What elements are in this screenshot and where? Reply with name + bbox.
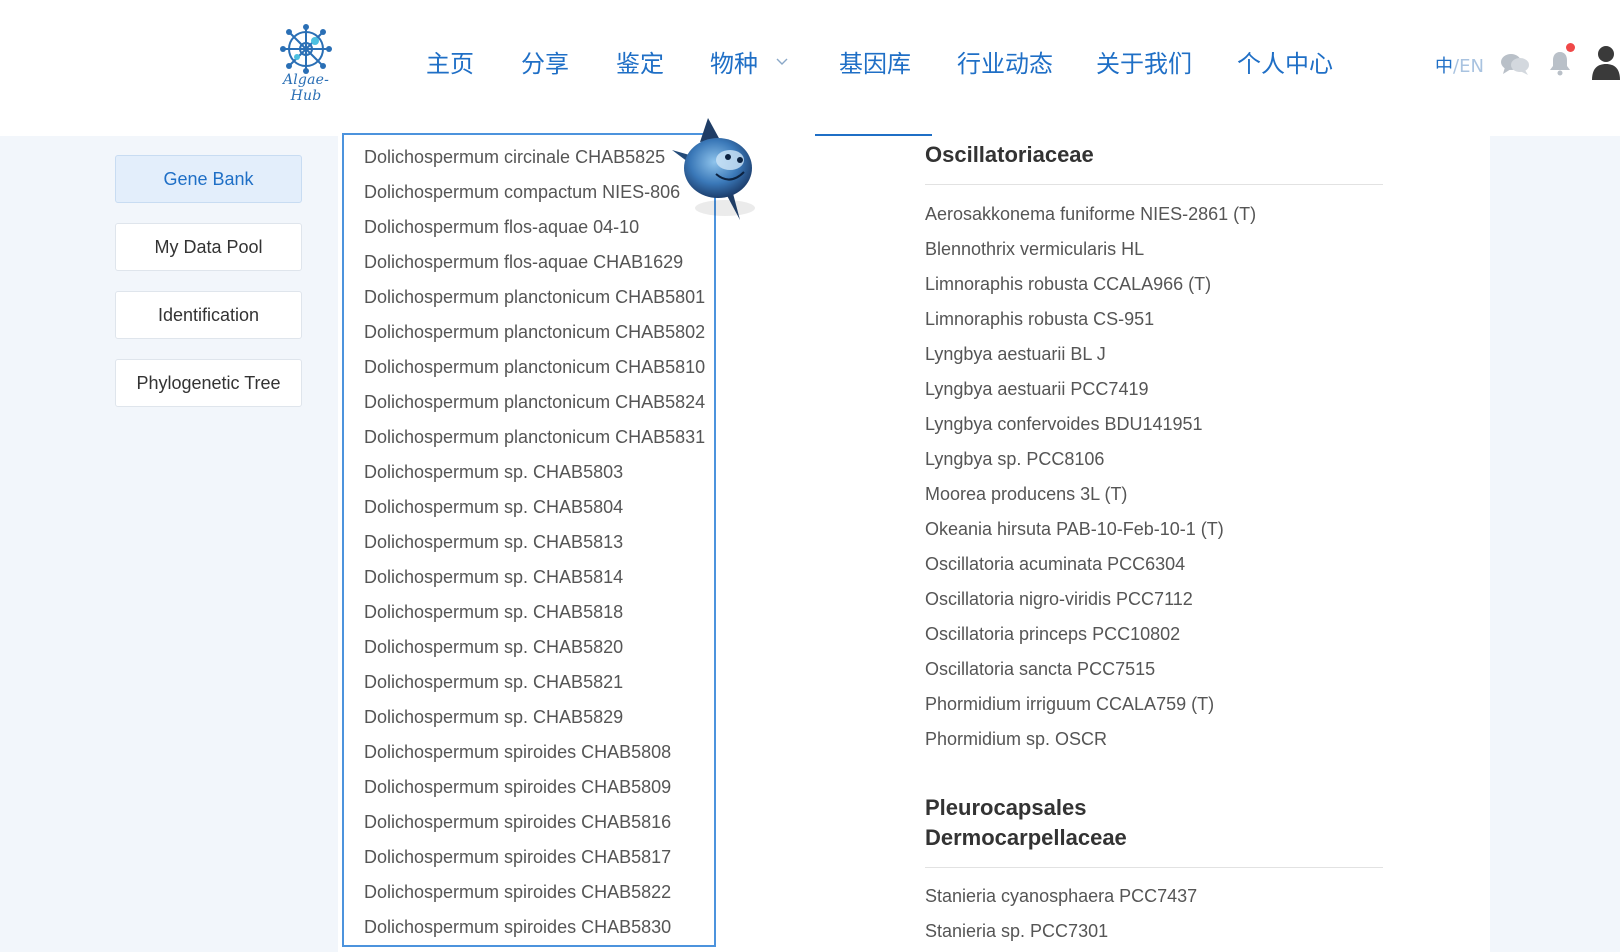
strain-list-item[interactable]: Okeania hirsuta PAB-10-Feb-10-1 (T) xyxy=(925,519,1224,540)
nav-about-us[interactable]: 关于我们 xyxy=(1096,44,1192,79)
divider xyxy=(925,184,1383,185)
top-header: Algae-Hub 主页 分享 鉴定 物种 基因库 行业动态 关于我们 个人中心… xyxy=(0,0,1620,137)
strain-list-item[interactable]: Stanieria cyanosphaera PCC7437 xyxy=(925,886,1197,907)
species-dropdown-list[interactable]: Dolichospermum circinale CHAB5825 Dolicho… xyxy=(342,133,716,947)
family-title-dermocarpellaceae: Dermocarpellaceae xyxy=(925,825,1127,850)
dropdown-item[interactable]: Dolichospermum compactum NIES-806 xyxy=(364,182,680,203)
bell-icon[interactable] xyxy=(1548,50,1572,76)
dropdown-item[interactable]: Dolichospermum spiroides CHAB5822 xyxy=(364,882,671,903)
dropdown-item[interactable]: Dolichospermum planctonicum CHAB5824 xyxy=(364,392,705,413)
nav-gene-library[interactable]: 基因库 xyxy=(839,44,911,79)
nav-industry-news[interactable]: 行业动态 xyxy=(957,44,1053,79)
dropdown-item[interactable]: Dolichospermum spiroides CHAB5817 xyxy=(364,847,671,868)
strain-list-item[interactable]: Blennothrix vermicularis HL xyxy=(925,239,1144,260)
dropdown-item[interactable]: Dolichospermum spiroides CHAB5808 xyxy=(364,742,671,763)
nav-species[interactable]: 物种 xyxy=(710,44,758,79)
strain-list-item[interactable]: Lyngbya aestuarii BL J xyxy=(925,344,1106,365)
strain-list-item[interactable]: Lyngbya aestuarii PCC7419 xyxy=(925,379,1148,400)
site-logo[interactable]: Algae-Hub xyxy=(268,24,344,104)
dropdown-item[interactable]: Dolichospermum planctonicum CHAB5802 xyxy=(364,322,705,343)
dropdown-item[interactable]: Dolichospermum spiroides CHAB5830 xyxy=(364,917,671,938)
dropdown-item[interactable]: Dolichospermum sp. CHAB5829 xyxy=(364,707,623,728)
nav-identify[interactable]: 鉴定 xyxy=(616,44,664,79)
dropdown-item[interactable]: Dolichospermum flos-aquae CHAB1629 xyxy=(364,252,683,273)
notification-dot xyxy=(1566,43,1575,52)
strain-list-item[interactable]: Phormidium irriguum CCALA759 (T) xyxy=(925,694,1214,715)
dropdown-item[interactable]: Dolichospermum sp. CHAB5813 xyxy=(364,532,623,553)
strain-list-item[interactable]: Oscillatoria sancta PCC7515 xyxy=(925,659,1155,680)
dropdown-item[interactable]: Dolichospermum spiroides CHAB5809 xyxy=(364,777,671,798)
strain-list-item[interactable]: Moorea producens 3L (T) xyxy=(925,484,1127,505)
dropdown-item[interactable]: Dolichospermum planctonicum CHAB5810 xyxy=(364,357,705,378)
strain-list-item[interactable]: Lyngbya confervoides BDU141951 xyxy=(925,414,1203,435)
sidebar-item-gene-bank[interactable]: Gene Bank xyxy=(115,155,302,203)
lang-en[interactable]: EN xyxy=(1459,56,1484,77)
lang-zh[interactable]: 中 xyxy=(1435,56,1453,77)
chat-icon[interactable] xyxy=(1500,52,1530,76)
strain-list-item[interactable]: Limnoraphis robusta CS-951 xyxy=(925,309,1154,330)
strain-list-item[interactable]: Oscillatoria nigro-viridis PCC7112 xyxy=(925,589,1193,610)
dropdown-item[interactable]: Dolichospermum spiroides CHAB5816 xyxy=(364,812,671,833)
nav-share[interactable]: 分享 xyxy=(521,44,569,79)
strain-list-item[interactable]: Oscillatoria princeps PCC10802 xyxy=(925,624,1180,645)
dropdown-item[interactable]: Dolichospermum sp. CHAB5821 xyxy=(364,672,623,693)
logo-text: Algae-Hub xyxy=(282,72,330,104)
sidebar-item-identification[interactable]: Identification xyxy=(115,291,302,339)
strain-list-item[interactable]: Aerosakkonema funiforme NIES-2861 (T) xyxy=(925,204,1256,225)
dropdown-item[interactable]: Dolichospermum flos-aquae 04-10 xyxy=(364,217,639,238)
strain-list-item[interactable]: Limnoraphis robusta CCALA966 (T) xyxy=(925,274,1211,295)
user-icon[interactable] xyxy=(1592,44,1620,80)
strain-list-item[interactable]: Lyngbya sp. PCC8106 xyxy=(925,449,1104,470)
divider xyxy=(925,867,1383,868)
dropdown-item[interactable]: Dolichospermum sp. CHAB5820 xyxy=(364,637,623,658)
algae-logo-icon xyxy=(280,24,332,74)
strain-list-item[interactable]: Stanieria sp. PCC7301 xyxy=(925,921,1108,942)
strain-list-item[interactable]: Oscillatoria acuminata PCC6304 xyxy=(925,554,1185,575)
dropdown-item[interactable]: Dolichospermum planctonicum CHAB5831 xyxy=(364,427,705,448)
nav-personal-center[interactable]: 个人中心 xyxy=(1237,44,1333,79)
dropdown-item[interactable]: Dolichospermum sp. CHAB5818 xyxy=(364,602,623,623)
sidebar-item-phylogenetic-tree[interactable]: Phylogenetic Tree xyxy=(115,359,302,407)
dolphin-mascot-icon xyxy=(672,118,755,220)
family-title-pleurocapsales: Pleurocapsales xyxy=(925,795,1087,820)
dropdown-item[interactable]: Dolichospermum planctonicum CHAB5801 xyxy=(364,287,705,308)
language-switch[interactable]: 中/EN xyxy=(1435,52,1484,78)
strain-list-item[interactable]: Phormidium sp. OSCR xyxy=(925,729,1107,750)
dropdown-item[interactable]: Dolichospermum sp. CHAB5814 xyxy=(364,567,623,588)
dropdown-item[interactable]: Dolichospermum sp. CHAB5803 xyxy=(364,462,623,483)
chevron-down-icon[interactable] xyxy=(776,56,788,66)
sidebar-item-my-data-pool[interactable]: My Data Pool xyxy=(115,223,302,271)
family-title-oscillatoriaceae: Oscillatoriaceae xyxy=(925,142,1094,167)
dropdown-item[interactable]: Dolichospermum circinale CHAB5825 xyxy=(364,147,665,168)
dropdown-item[interactable]: Dolichospermum sp. CHAB5804 xyxy=(364,497,623,518)
nav-home[interactable]: 主页 xyxy=(426,44,474,79)
